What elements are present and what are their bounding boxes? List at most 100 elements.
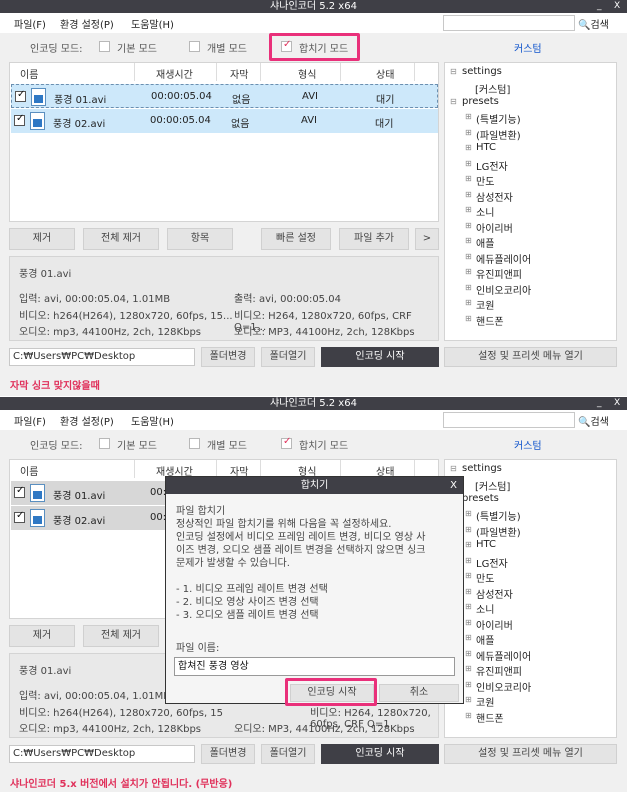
row-checkbox[interactable]	[14, 113, 25, 126]
remove-all-button[interactable]: 전체 제거	[83, 228, 159, 250]
search-button[interactable]: 🔍검색	[578, 413, 609, 428]
expand-icon[interactable]: ⊞	[465, 571, 472, 580]
tree-preset-item[interactable]: 유진피앤피	[476, 663, 522, 678]
tree-preset-item[interactable]: 인비오코리아	[476, 282, 531, 297]
table-row[interactable]: 풍경 02.avi 00:00:05.04 없음 AVI 대기	[11, 109, 438, 133]
tree-preset-item[interactable]: 소니	[476, 601, 494, 616]
column-header[interactable]: 재생시간	[156, 66, 193, 81]
basic-mode-checkbox[interactable]	[99, 438, 110, 449]
tree-preset-item[interactable]: 코원	[476, 297, 494, 312]
tree-preset-item[interactable]: 삼성전자	[476, 189, 513, 204]
row-checkbox[interactable]	[15, 89, 26, 102]
tree-preset-item[interactable]: 에듀플레이어	[476, 251, 531, 266]
tree-preset-item[interactable]: 코원	[476, 694, 494, 709]
expand-icon[interactable]: ⊞	[465, 112, 472, 121]
tree-preset-item[interactable]: (특별기능)	[476, 508, 521, 523]
menu-file[interactable]: 파일(F)	[14, 16, 46, 31]
dialog-close-button[interactable]: X	[450, 477, 457, 494]
more-button[interactable]: >	[415, 228, 439, 250]
tree-custom[interactable]: [커스텀]	[475, 478, 510, 493]
column-header[interactable]: 자막	[230, 66, 248, 81]
tree-settings[interactable]: settings	[462, 463, 502, 474]
expand-icon[interactable]: ⊞	[465, 298, 472, 307]
tree-preset-item[interactable]: 만도	[476, 570, 494, 585]
settings-menu-button[interactable]: 설정 및 프리셋 메뉴 열기	[444, 347, 617, 367]
menu-settings[interactable]: 환경 설정(P)	[60, 413, 114, 428]
settings-menu-button[interactable]: 설정 및 프리셋 메뉴 열기	[444, 744, 617, 764]
row-checkbox[interactable]	[14, 485, 25, 498]
expand-icon[interactable]: ⊞	[465, 159, 472, 168]
file-list[interactable]: 이름 재생시간 자막 형식 상태 풍경 01.avi 00:00:05.04 없…	[9, 62, 439, 222]
expand-icon[interactable]: ⊞	[465, 633, 472, 642]
custom-link[interactable]: 커스텀	[514, 437, 542, 452]
tree-preset-item[interactable]: 애플	[476, 632, 494, 647]
close-button[interactable]: X	[614, 0, 620, 12]
basic-mode-checkbox[interactable]	[99, 41, 110, 52]
close-button[interactable]: X	[614, 397, 620, 409]
expand-icon[interactable]: ⊞	[465, 252, 472, 261]
tree-preset-item[interactable]: (파일변환)	[476, 524, 521, 539]
tree-preset-item[interactable]: 애플	[476, 235, 494, 250]
remove-button[interactable]: 제거	[9, 625, 75, 647]
preset-tree[interactable]: ⊟ settings [커스텀] ⊟ presets ⊞(특별기능)⊞(파일변환…	[444, 459, 617, 738]
expand-icon[interactable]: ⊞	[465, 695, 472, 704]
tree-preset-item[interactable]: (특별기능)	[476, 111, 521, 126]
remove-all-button[interactable]: 전체 제거	[83, 625, 159, 647]
search-button[interactable]: 🔍검색	[578, 16, 609, 31]
output-path-field[interactable]: C:₩Users₩PC₩Desktop	[9, 348, 195, 366]
collapse-icon[interactable]: ⊟	[450, 97, 457, 106]
expand-icon[interactable]: ⊞	[465, 314, 472, 323]
dialog-cancel-button[interactable]: 취소	[379, 684, 459, 702]
tree-preset-item[interactable]: 소니	[476, 204, 494, 219]
output-path-field[interactable]: C:₩Users₩PC₩Desktop	[9, 745, 195, 763]
merge-mode-checkbox[interactable]	[281, 436, 292, 449]
tree-preset-item[interactable]: LG전자	[476, 158, 508, 173]
menu-file[interactable]: 파일(F)	[14, 413, 46, 428]
minimize-button[interactable]: _	[597, 0, 602, 12]
add-file-button[interactable]: 파일 추가	[339, 228, 409, 250]
tree-preset-item[interactable]: 핸드폰	[476, 313, 504, 328]
expand-icon[interactable]: ⊞	[465, 664, 472, 673]
column-header[interactable]: 이름	[20, 66, 38, 81]
row-checkbox[interactable]	[14, 510, 25, 523]
tree-custom[interactable]: [커스텀]	[475, 81, 510, 96]
tree-settings[interactable]: settings	[462, 66, 502, 77]
tree-presets[interactable]: presets	[462, 96, 499, 107]
tree-preset-item[interactable]: 아이리버	[476, 617, 513, 632]
quick-settings-button[interactable]: 빠른 설정	[261, 228, 331, 250]
expand-icon[interactable]: ⊞	[465, 618, 472, 627]
tree-preset-item[interactable]: 만도	[476, 173, 494, 188]
expand-icon[interactable]: ⊞	[465, 221, 472, 230]
tree-preset-item[interactable]: 삼성전자	[476, 586, 513, 601]
remove-button[interactable]: 제거	[9, 228, 75, 250]
tree-preset-item[interactable]: 유진피앤피	[476, 266, 522, 281]
expand-icon[interactable]: ⊞	[465, 556, 472, 565]
folder-open-button[interactable]: 폴더열기	[261, 347, 315, 367]
menu-help[interactable]: 도움말(H)	[131, 16, 174, 31]
column-header[interactable]: 이름	[20, 463, 38, 478]
expand-icon[interactable]: ⊞	[465, 509, 472, 518]
custom-link[interactable]: 커스텀	[514, 40, 542, 55]
folder-change-button[interactable]: 폴더변경	[201, 744, 255, 764]
folder-change-button[interactable]: 폴더변경	[201, 347, 255, 367]
preset-tree[interactable]: ⊟ settings [커스텀] ⊟ presets ⊞(특별기능)⊞(파일변환…	[444, 62, 617, 341]
search-input[interactable]	[443, 15, 575, 31]
expand-icon[interactable]: ⊞	[465, 283, 472, 292]
encode-start-button[interactable]: 인코딩 시작	[321, 347, 439, 367]
search-input[interactable]	[443, 412, 575, 428]
encode-start-button[interactable]: 인코딩 시작	[321, 744, 439, 764]
tree-preset-item[interactable]: 핸드폰	[476, 710, 504, 725]
item-button[interactable]: 항목	[167, 228, 233, 250]
table-row[interactable]: 풍경 01.avi 00:00:05.04 없음 AVI 대기	[11, 84, 438, 108]
expand-icon[interactable]: ⊞	[465, 525, 472, 534]
tree-preset-item[interactable]: HTC	[476, 142, 496, 153]
expand-icon[interactable]: ⊞	[465, 143, 472, 152]
expand-icon[interactable]: ⊞	[465, 602, 472, 611]
menu-help[interactable]: 도움말(H)	[131, 413, 174, 428]
expand-icon[interactable]: ⊞	[465, 540, 472, 549]
individual-mode-checkbox[interactable]	[189, 41, 200, 52]
expand-icon[interactable]: ⊞	[465, 190, 472, 199]
tree-preset-item[interactable]: 에듀플레이어	[476, 648, 531, 663]
expand-icon[interactable]: ⊞	[465, 236, 472, 245]
individual-mode-checkbox[interactable]	[189, 438, 200, 449]
